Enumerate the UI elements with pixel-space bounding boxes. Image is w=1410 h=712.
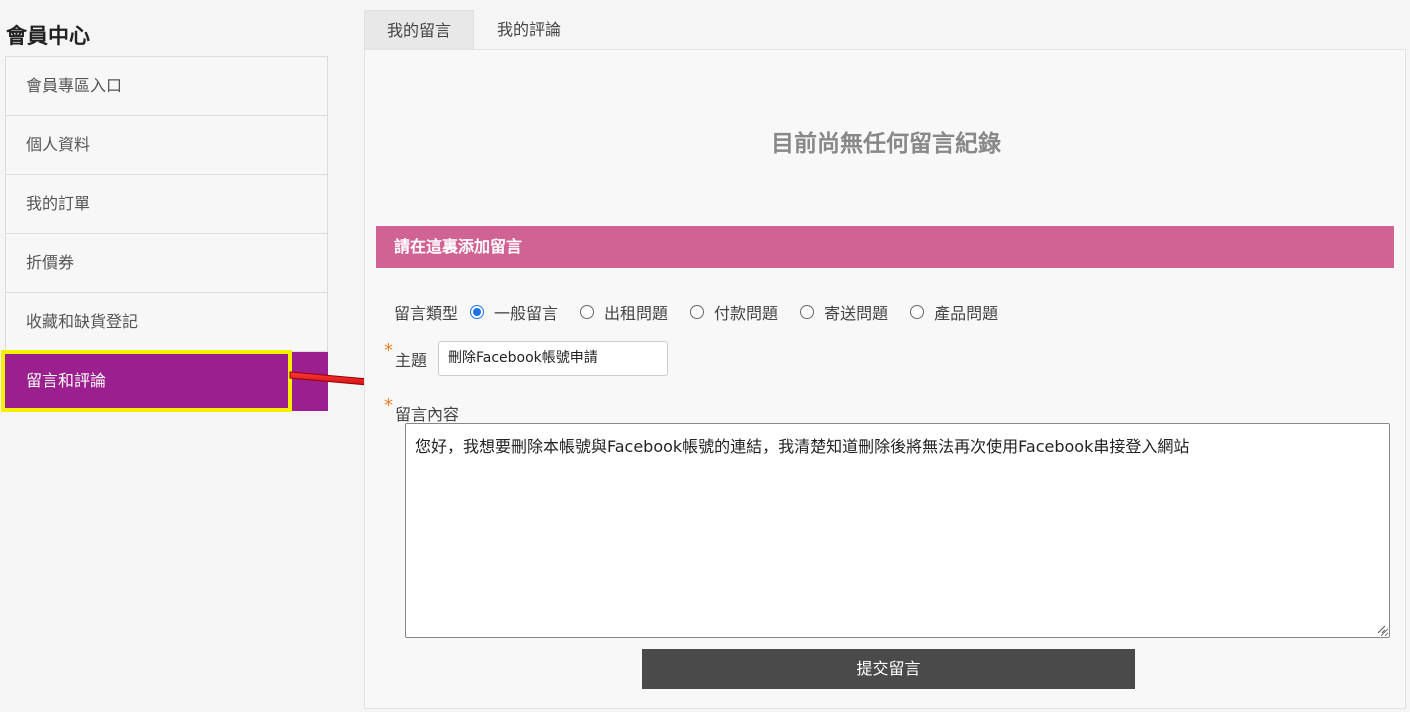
- content-label: 留言內容: [395, 405, 460, 424]
- radio-unchecked-icon[interactable]: [690, 305, 705, 319]
- radio-unchecked-icon[interactable]: [800, 305, 815, 319]
- radio-checked-icon[interactable]: [470, 305, 485, 319]
- section-header: 請在這裏添加留言: [376, 226, 1394, 268]
- sidebar-item-profile[interactable]: 個人資料: [5, 116, 328, 175]
- empty-message: 目前尚無任何留言紀錄: [771, 131, 1001, 157]
- resize-grip-icon[interactable]: [1376, 624, 1386, 634]
- required-asterisk: *: [384, 395, 393, 416]
- radio-payment[interactable]: 付款問題: [690, 300, 778, 324]
- radio-unchecked-icon[interactable]: [580, 305, 595, 319]
- sidebar-item-favorites[interactable]: 收藏和缺貨登記: [5, 293, 328, 352]
- tab-my-messages[interactable]: 我的留言: [364, 10, 474, 50]
- radio-unchecked-icon[interactable]: [910, 305, 925, 319]
- radio-shipping[interactable]: 寄送問題: [800, 300, 888, 324]
- message-panel: 目前尚無任何留言紀錄 請在這裏添加留言 留言類型 一般留言 出租問題 付款問題 …: [364, 49, 1406, 709]
- submit-button[interactable]: 提交留言: [642, 649, 1135, 689]
- subject-input[interactable]: 刪除Facebook帳號申請: [438, 341, 668, 376]
- radio-general[interactable]: 一般留言: [470, 300, 558, 324]
- content-text: 您好，我想要刪除本帳號與Facebook帳號的連結，我清楚知道刪除後將無法再次使…: [415, 437, 1190, 456]
- radio-rental[interactable]: 出租問題: [580, 300, 668, 324]
- radio-label: 出租問題: [604, 304, 669, 323]
- radio-product[interactable]: 產品問題: [910, 300, 998, 324]
- radio-label: 付款問題: [714, 304, 779, 323]
- sidebar-item-orders[interactable]: 我的訂單: [5, 175, 328, 234]
- tab-bar: 我的留言 我的評論: [364, 10, 584, 50]
- message-type-group: 留言類型 一般留言 出租問題 付款問題 寄送問題 產品問題: [394, 300, 1020, 324]
- sidebar-item-coupons[interactable]: 折價券: [5, 234, 328, 293]
- required-asterisk: *: [384, 340, 393, 361]
- radio-label: 產品問題: [934, 304, 999, 323]
- content-textarea[interactable]: 您好，我想要刪除本帳號與Facebook帳號的連結，我清楚知道刪除後將無法再次使…: [405, 423, 1390, 638]
- message-type-label: 留言類型: [394, 304, 459, 323]
- sidebar-item-messages[interactable]: 留言和評論: [5, 352, 328, 411]
- sidebar-item-member-area[interactable]: 會員專區入口: [5, 57, 328, 116]
- subject-label: 主題: [395, 351, 428, 370]
- sidebar-menu: 會員專區入口 個人資料 我的訂單 折價券 收藏和缺貨登記 留言和評論: [5, 56, 328, 411]
- tab-my-reviews[interactable]: 我的評論: [474, 10, 584, 50]
- sidebar-title: 會員中心: [6, 24, 90, 48]
- radio-label: 一般留言: [494, 304, 559, 323]
- radio-label: 寄送問題: [824, 304, 889, 323]
